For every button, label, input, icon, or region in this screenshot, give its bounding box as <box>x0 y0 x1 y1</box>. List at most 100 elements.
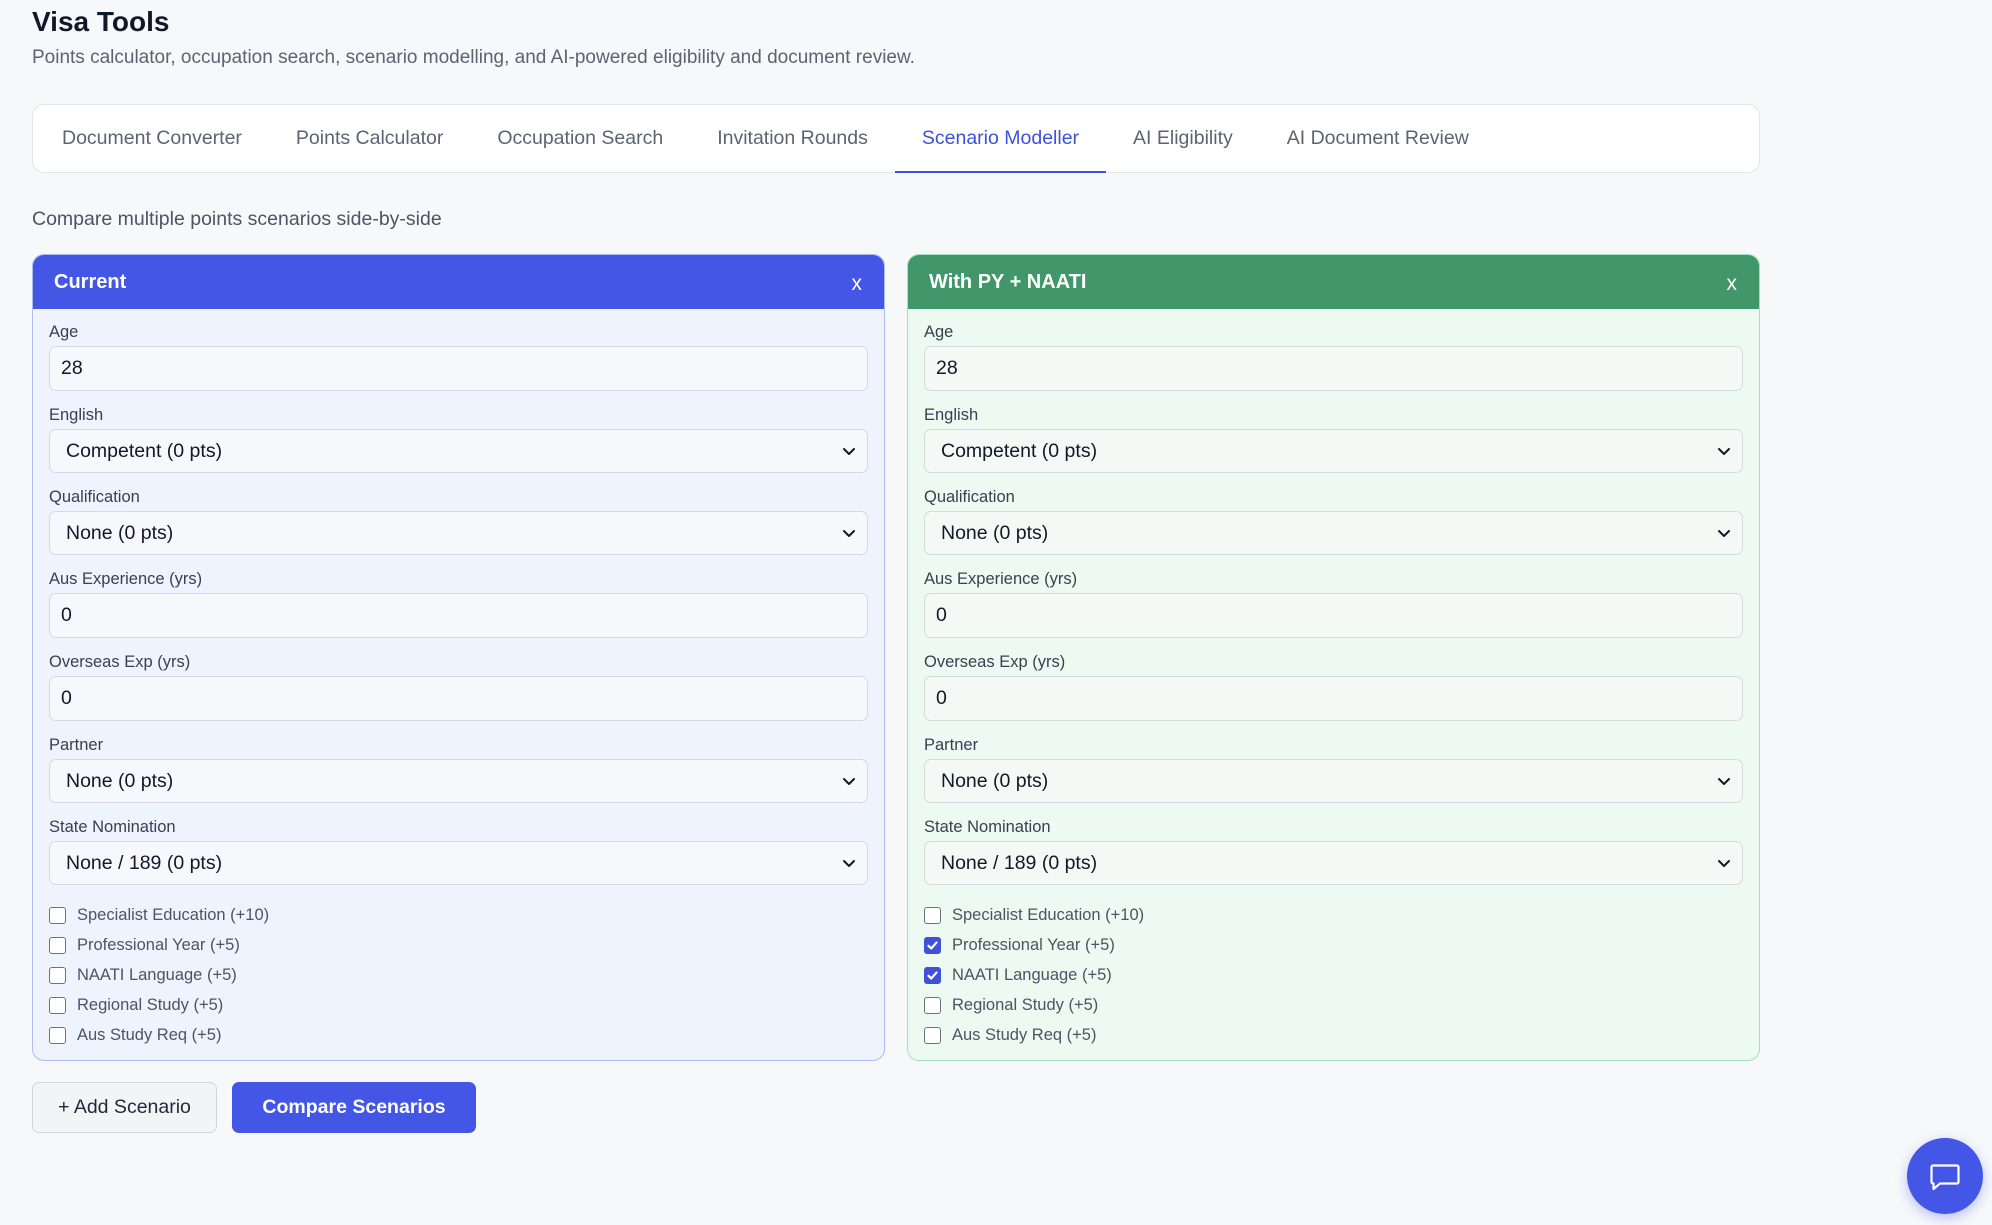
partner-select[interactable]: None (0 pts) <box>49 759 868 803</box>
overseas-exp-label: Overseas Exp (yrs) <box>49 653 191 671</box>
checkbox-naati-language[interactable]: NAATI Language (+5) <box>49 960 868 990</box>
overseas-exp-input[interactable]: 0 <box>924 676 1743 721</box>
checkbox-label: NAATI Language (+5) <box>952 965 1112 984</box>
aus-experience-input[interactable]: 0 <box>924 593 1743 638</box>
checkbox-regional-study[interactable]: Regional Study (+5) <box>49 990 868 1020</box>
page-title: Visa Tools <box>32 6 170 37</box>
close-scenario-button[interactable]: x <box>1727 268 1738 296</box>
overseas-exp-input[interactable]: 0 <box>49 676 868 721</box>
english-label: English <box>924 406 979 424</box>
age-label: Age <box>49 323 79 341</box>
english-value: Competent (0 pts) <box>66 439 223 462</box>
overseas-exp-label: Overseas Exp (yrs) <box>924 653 1066 671</box>
aus-experience-input[interactable]: 0 <box>49 593 868 638</box>
checkbox-label: Regional Study (+5) <box>77 995 224 1014</box>
checkbox-professional-year[interactable]: Professional Year (+5) <box>924 930 1743 960</box>
checkbox-aus-study-req[interactable]: Aus Study Req (+5) <box>49 1020 868 1050</box>
english-select[interactable]: Competent (0 pts) <box>49 429 868 473</box>
chevron-down-icon <box>1718 860 1730 867</box>
checkbox-specialist-education[interactable]: Specialist Education (+10) <box>924 900 1743 930</box>
chevron-down-icon <box>843 778 855 785</box>
qualification-label: Qualification <box>924 488 1015 506</box>
english-value: Competent (0 pts) <box>941 439 1098 462</box>
scenario-name: With PY + NAATI <box>929 270 1087 293</box>
aus-experience-label: Aus Experience (yrs) <box>49 570 203 588</box>
checkbox-label: Specialist Education (+10) <box>952 905 1145 924</box>
checkbox[interactable] <box>49 1026 66 1044</box>
chevron-down-icon <box>843 448 855 455</box>
scenario-header: Current x <box>33 255 884 309</box>
check-icon <box>927 970 938 980</box>
state-nomination-select[interactable]: None / 189 (0 pts) <box>924 841 1743 885</box>
aus-experience-label: Aus Experience (yrs) <box>924 570 1078 588</box>
partner-value: None (0 pts) <box>66 769 174 792</box>
state-nomination-value: None / 189 (0 pts) <box>66 851 223 874</box>
bonus-checkbox-list: Specialist Education (+10) Professional … <box>924 898 1743 1050</box>
tab-ai-document-review[interactable]: AI Document Review <box>1260 105 1496 172</box>
tab-points-calculator[interactable]: Points Calculator <box>269 105 470 172</box>
tab-bar: Document Converter Points Calculator Occ… <box>32 104 1760 173</box>
checkbox-label: Regional Study (+5) <box>952 995 1099 1014</box>
checkbox[interactable] <box>49 906 66 924</box>
section-description: Compare multiple points scenarios side-b… <box>32 208 442 230</box>
tab-document-converter[interactable]: Document Converter <box>35 105 269 172</box>
close-scenario-button[interactable]: x <box>852 268 863 296</box>
bonus-checkbox-list: Specialist Education (+10) Professional … <box>49 898 868 1050</box>
checkbox-label: Aus Study Req (+5) <box>952 1025 1097 1044</box>
checkbox-naati-language[interactable]: NAATI Language (+5) <box>924 960 1743 990</box>
compare-scenarios-button[interactable]: Compare Scenarios <box>232 1082 476 1133</box>
partner-label: Partner <box>924 736 979 754</box>
tab-invitation-rounds[interactable]: Invitation Rounds <box>690 105 895 172</box>
partner-select[interactable]: None (0 pts) <box>924 759 1743 803</box>
checkbox[interactable] <box>924 1026 941 1044</box>
check-icon <box>927 940 938 950</box>
checkbox-label: Professional Year (+5) <box>77 935 240 954</box>
tab-scenario-modeller[interactable]: Scenario Modeller <box>894 105 1107 173</box>
chevron-down-icon <box>1718 778 1730 785</box>
chevron-down-icon <box>1718 530 1730 537</box>
checkbox[interactable] <box>49 966 66 984</box>
checkbox-label: Professional Year (+5) <box>952 935 1115 954</box>
scenario-card-with-py-naati: With PY + NAATI x Age 28 English Compete… <box>907 254 1760 1061</box>
checkbox[interactable] <box>924 996 941 1014</box>
partner-value: None (0 pts) <box>941 769 1049 792</box>
checkbox-regional-study[interactable]: Regional Study (+5) <box>924 990 1743 1020</box>
add-scenario-button[interactable]: + Add Scenario <box>32 1082 217 1133</box>
checkbox-professional-year[interactable]: Professional Year (+5) <box>49 930 868 960</box>
checkbox-label: Specialist Education (+10) <box>77 905 270 924</box>
scenario-header: With PY + NAATI x <box>908 255 1759 309</box>
chevron-down-icon <box>843 860 855 867</box>
scenario-name: Current <box>54 270 127 293</box>
age-input[interactable]: 28 <box>49 346 868 391</box>
page-subtitle: Points calculator, occupation search, sc… <box>32 47 915 68</box>
page: Visa Tools Points calculator, occupation… <box>0 0 1992 1225</box>
state-nomination-label: State Nomination <box>49 818 176 836</box>
age-input[interactable]: 28 <box>924 346 1743 391</box>
tab-occupation-search[interactable]: Occupation Search <box>470 105 690 172</box>
chevron-down-icon <box>1718 448 1730 455</box>
state-nomination-value: None / 189 (0 pts) <box>941 851 1098 874</box>
qualification-select[interactable]: None (0 pts) <box>49 511 868 555</box>
checkbox-checked[interactable] <box>924 936 941 954</box>
partner-label: Partner <box>49 736 104 754</box>
tab-ai-eligibility[interactable]: AI Eligibility <box>1106 105 1260 172</box>
checkbox-label: NAATI Language (+5) <box>77 965 237 984</box>
qualification-select[interactable]: None (0 pts) <box>924 511 1743 555</box>
age-label: Age <box>924 323 954 341</box>
qualification-value: None (0 pts) <box>941 521 1049 544</box>
english-select[interactable]: Competent (0 pts) <box>924 429 1743 473</box>
checkbox[interactable] <box>49 936 66 954</box>
chevron-down-icon <box>843 530 855 537</box>
scenario-card-current: Current x Age 28 English Competent (0 pt… <box>32 254 885 1061</box>
qualification-label: Qualification <box>49 488 140 506</box>
checkbox-label: Aus Study Req (+5) <box>77 1025 222 1044</box>
state-nomination-label: State Nomination <box>924 818 1051 836</box>
checkbox-specialist-education[interactable]: Specialist Education (+10) <box>49 900 868 930</box>
chat-bubble-icon <box>1930 1164 1960 1191</box>
state-nomination-select[interactable]: None / 189 (0 pts) <box>49 841 868 885</box>
checkbox[interactable] <box>49 996 66 1014</box>
checkbox[interactable] <box>924 906 941 924</box>
chat-button[interactable] <box>1907 1138 1983 1214</box>
checkbox-aus-study-req[interactable]: Aus Study Req (+5) <box>924 1020 1743 1050</box>
checkbox-checked[interactable] <box>924 966 941 984</box>
